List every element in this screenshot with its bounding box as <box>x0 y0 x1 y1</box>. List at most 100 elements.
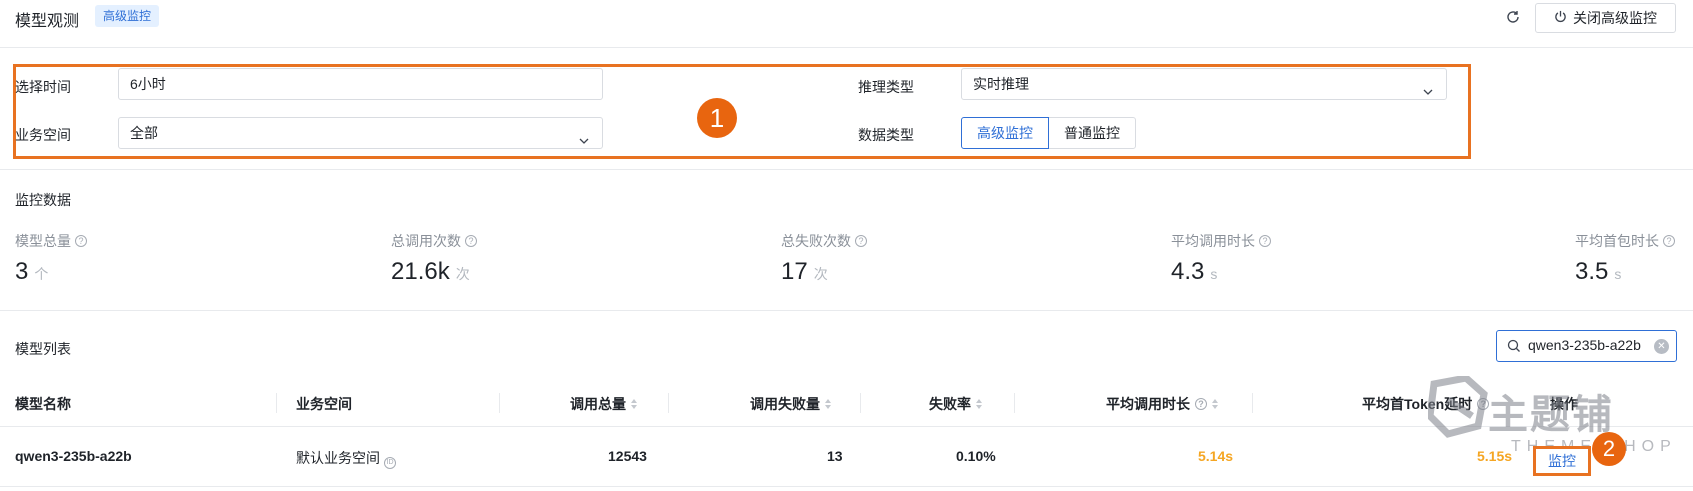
help-icon[interactable]: ? <box>1663 235 1675 247</box>
page-header: 模型观测 高级监控 关闭高级监控 <box>0 0 1693 48</box>
column-label: 平均调用时长 <box>1106 396 1190 412</box>
help-icon[interactable]: ? <box>1477 398 1490 410</box>
monitor-data-title: 监控数据 <box>15 192 71 208</box>
table-header: 模型名称 业务空间 调用总量 调用失败量 失败率 平均调用时长? 平均首Toke… <box>0 377 1693 427</box>
inference-type-value: 实时推理 <box>973 76 1029 92</box>
column-model-name: 模型名称 <box>15 394 71 414</box>
stat-unit: 个 <box>34 266 49 282</box>
model-list-title: 模型列表 <box>15 341 71 357</box>
divider <box>0 169 1693 170</box>
annotation-marker-2: 2 <box>1592 432 1626 466</box>
column-label: 调用失败量 <box>750 396 820 412</box>
data-type-normal-option[interactable]: 普通监控 <box>1048 117 1136 149</box>
stat-total-failures: 17 次 <box>781 258 828 286</box>
column-separator <box>499 393 500 413</box>
cell-avg-call-time: 5.14s <box>1198 448 1234 464</box>
time-label: 选择时间 <box>15 79 71 95</box>
id-icon[interactable]: ID <box>384 457 396 469</box>
column-separator <box>668 393 669 413</box>
stat-value-text: 21.6k <box>391 258 450 285</box>
column-avg-call-time[interactable]: 平均调用时长? <box>1106 394 1218 414</box>
stat-avg-call-time: 4.3 s <box>1171 258 1217 286</box>
column-label: 模型名称 <box>15 396 71 412</box>
stat-value-text: 3 <box>15 258 29 285</box>
help-icon[interactable]: ? <box>855 235 867 247</box>
cell-total-calls: 12543 <box>608 448 647 464</box>
cell-failure-rate: 0.10% <box>956 448 996 464</box>
page-title: 模型观测 <box>15 13 80 30</box>
stat-total-calls-label: 总调用次数? <box>391 231 477 251</box>
inference-type-label: 推理类型 <box>858 79 914 95</box>
stat-value-text: 17 <box>781 258 808 285</box>
data-type-label: 数据类型 <box>858 127 914 143</box>
column-action: 操作 <box>1550 394 1578 414</box>
help-icon[interactable]: ? <box>1259 235 1271 247</box>
cell-failed-calls: 13 <box>827 448 843 464</box>
stat-unit: s <box>1614 266 1622 282</box>
column-failure-rate[interactable]: 失败率 <box>929 394 982 414</box>
stat-label-text: 平均首包时长 <box>1575 233 1659 249</box>
stat-model-count: 3个 <box>15 258 48 286</box>
time-select[interactable]: 6小时 <box>118 68 603 100</box>
column-label: 业务空间 <box>296 396 352 412</box>
column-label: 操作 <box>1550 396 1578 412</box>
workspace-label: 业务空间 <box>15 127 71 143</box>
stat-total-calls: 21.6k 次 <box>391 258 470 286</box>
column-label: 平均首Token延时 <box>1362 396 1473 412</box>
stat-unit: s <box>1210 266 1218 282</box>
stat-value-text: 3.5 <box>1575 258 1609 285</box>
stat-value-text: 4.3 <box>1171 258 1205 285</box>
stat-model-count-label: 模型总量? <box>15 231 87 251</box>
inference-type-select[interactable]: 实时推理 <box>961 68 1447 100</box>
model-search-input[interactable]: qwen3-235b-a22b ✕ <box>1496 330 1677 362</box>
stat-label-text: 总调用次数 <box>391 233 461 249</box>
cell-model-name: qwen3-235b-a22b <box>15 448 132 464</box>
workspace-text: 默认业务空间 <box>296 450 380 466</box>
column-avg-first-token[interactable]: 平均首Token延时? <box>1362 394 1490 414</box>
stat-label-text: 平均调用时长 <box>1171 233 1255 249</box>
chevron-down-icon <box>1422 78 1434 95</box>
annotation-marker-1: 1 <box>697 98 737 138</box>
stat-unit: 次 <box>813 266 828 282</box>
column-separator <box>1252 393 1253 413</box>
workspace-value: 全部 <box>130 125 158 141</box>
sort-icon[interactable] <box>976 399 982 409</box>
chevron-down-icon <box>578 127 590 144</box>
workspace-select[interactable]: 全部 <box>118 117 603 149</box>
monitor-action-link[interactable]: 监控 <box>1533 446 1591 476</box>
help-icon[interactable]: ? <box>1195 398 1207 410</box>
close-advanced-monitor-button[interactable]: 关闭高级监控 <box>1535 3 1676 33</box>
sort-icon[interactable] <box>1212 399 1218 409</box>
help-icon[interactable]: ? <box>75 235 87 247</box>
sort-icon[interactable] <box>825 399 831 409</box>
power-icon <box>1554 10 1567 26</box>
cell-workspace: 默认业务空间 ID <box>296 448 396 469</box>
column-label: 调用总量 <box>570 396 626 412</box>
time-value: 6小时 <box>130 76 166 92</box>
stat-unit: 次 <box>455 266 470 282</box>
clear-icon[interactable]: ✕ <box>1654 339 1669 354</box>
table-row: qwen3-235b-a22b 默认业务空间 ID 12543 13 0.10% … <box>0 427 1693 487</box>
stat-avg-first-packet-label: 平均首包时长? <box>1575 231 1675 251</box>
advanced-monitor-badge: 高级监控 <box>95 5 160 27</box>
column-workspace: 业务空间 <box>296 394 352 414</box>
column-separator <box>860 393 861 413</box>
refresh-icon[interactable] <box>1504 8 1522 26</box>
column-total-calls[interactable]: 调用总量 <box>570 394 637 414</box>
stat-avg-call-time-label: 平均调用时长? <box>1171 231 1271 251</box>
sort-icon[interactable] <box>631 399 637 409</box>
stat-label-text: 总失败次数 <box>781 233 851 249</box>
search-value: qwen3-235b-a22b <box>1528 337 1641 353</box>
column-label: 失败率 <box>929 396 971 412</box>
column-separator <box>276 393 277 413</box>
cell-avg-first-token: 5.15s <box>1477 448 1513 464</box>
stat-total-failures-label: 总失败次数? <box>781 231 867 251</box>
stat-label-text: 模型总量 <box>15 233 71 249</box>
column-separator <box>1014 393 1015 413</box>
data-type-advanced-option[interactable]: 高级监控 <box>961 117 1049 149</box>
close-advanced-monitor-label: 关闭高级监控 <box>1573 10 1657 26</box>
stat-avg-first-packet: 3.5 s <box>1575 258 1621 286</box>
search-icon <box>1507 339 1521 353</box>
column-failed-calls[interactable]: 调用失败量 <box>750 394 831 414</box>
help-icon[interactable]: ? <box>465 235 477 247</box>
